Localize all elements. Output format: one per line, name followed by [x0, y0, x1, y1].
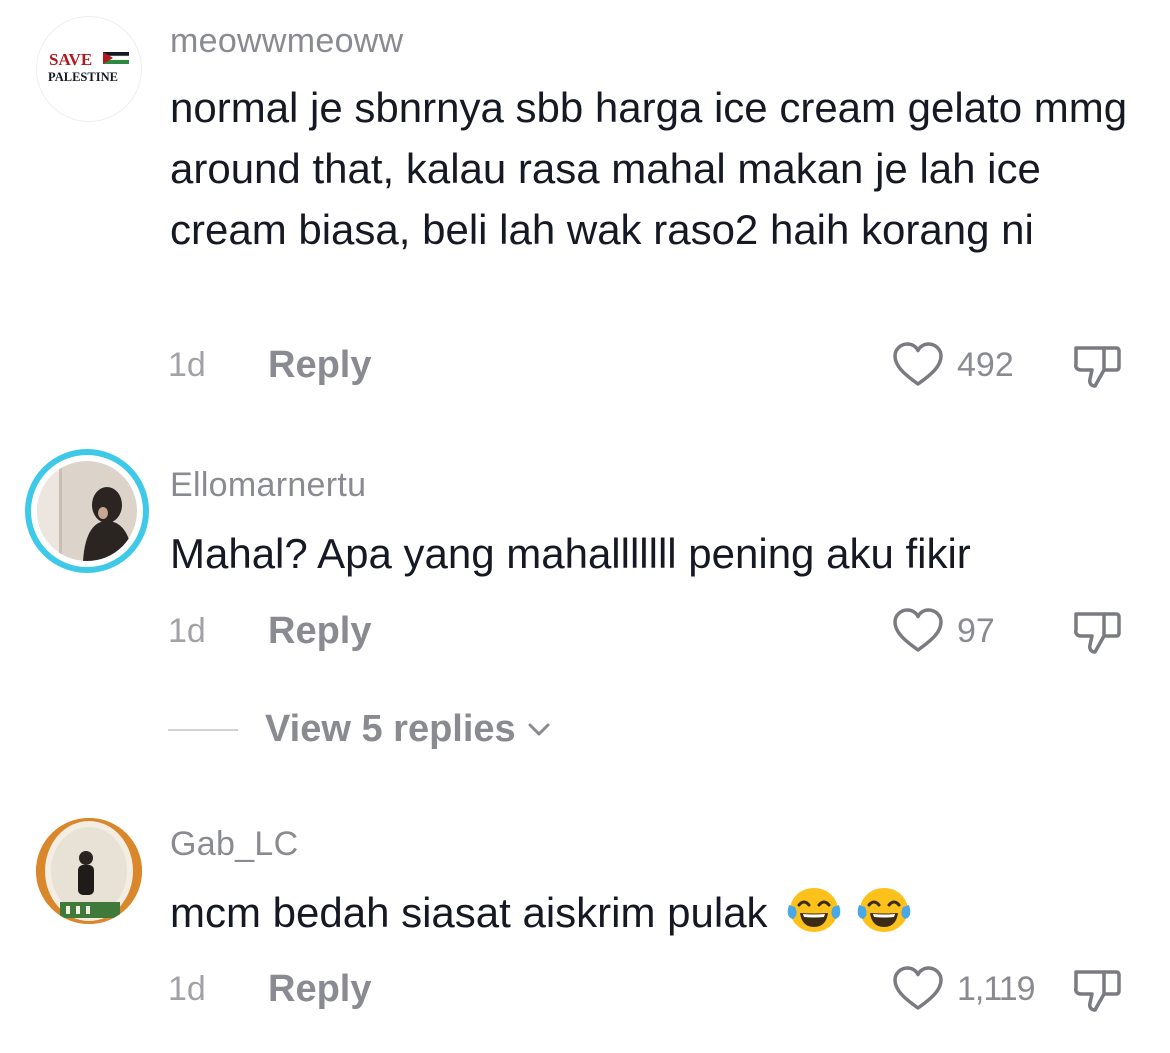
heart-icon[interactable]	[890, 340, 946, 390]
comment-username[interactable]: meowwmeoww	[170, 22, 404, 61]
avatar[interactable]	[36, 818, 142, 924]
comment-username[interactable]: Gab_LC	[170, 825, 298, 864]
heart-icon[interactable]	[890, 964, 946, 1014]
comment-text: normal je sbnrnya sbb harga ice cream ge…	[170, 84, 1128, 253]
comment-username[interactable]: Ellomarnertu	[170, 466, 366, 505]
view-replies-label: View 5 replies	[265, 708, 516, 750]
face-with-tears-of-joy-icon	[857, 888, 911, 932]
heart-icon[interactable]	[890, 606, 946, 656]
svg-text:SAVE: SAVE	[49, 50, 92, 69]
comment-age: 1d	[168, 346, 206, 384]
comment-actions: 1d Reply 492	[0, 340, 1170, 390]
comment-age: 1d	[168, 612, 206, 650]
comment-text-content: mcm bedah siasat aiskrim pulak	[170, 889, 768, 936]
reply-button[interactable]: Reply	[268, 606, 371, 656]
chevron-down-icon	[528, 723, 550, 736]
reply-button[interactable]: Reply	[268, 964, 371, 1014]
comment-actions: 1d Reply 97	[0, 606, 1170, 656]
avatar[interactable]: SAVE PALESTINE	[36, 16, 142, 122]
comment-text: mcm bedah siasat aiskrim pulak	[170, 882, 1145, 943]
comment-age: 1d	[168, 970, 206, 1008]
profile-photo	[37, 461, 137, 561]
comment-text: Mahal? Apa yang mahalllllll pening aku f…	[170, 530, 971, 577]
like-count: 1,119	[957, 970, 1036, 1008]
view-replies-button[interactable]: View 5 replies	[168, 704, 668, 754]
reply-button[interactable]: Reply	[268, 340, 371, 390]
face-with-tears-of-joy-icon	[787, 888, 841, 932]
like-count: 492	[957, 346, 1014, 384]
dislike-icon[interactable]	[1072, 606, 1124, 656]
like-count: 97	[957, 612, 995, 650]
profile-photo	[36, 818, 142, 924]
divider	[168, 729, 238, 731]
svg-text:PALESTINE: PALESTINE	[48, 70, 118, 84]
dislike-icon[interactable]	[1072, 340, 1124, 390]
dislike-icon[interactable]	[1072, 964, 1124, 1014]
avatar[interactable]	[25, 449, 149, 573]
comment-actions: 1d Reply 1,119	[0, 964, 1170, 1014]
save-palestine-badge-icon: SAVE PALESTINE	[48, 50, 130, 84]
